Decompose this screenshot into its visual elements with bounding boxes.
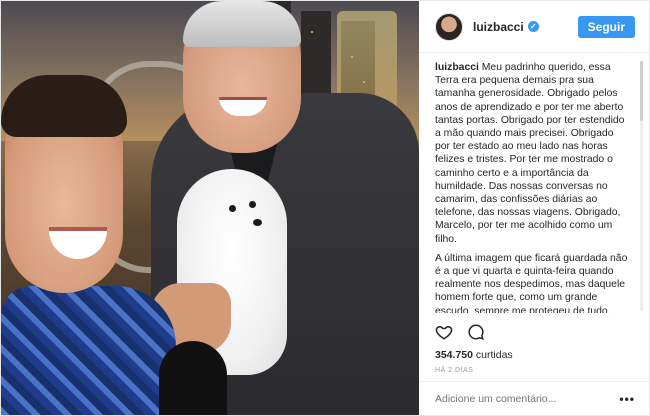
photo-light bbox=[311, 31, 313, 33]
likes-number: 354.750 bbox=[435, 349, 473, 361]
caption-text: Meu padrinho querido, essa Terra era peq… bbox=[435, 62, 625, 245]
comment-icon[interactable] bbox=[467, 323, 485, 341]
caption-paragraph: A última imagem que ficará guardada não … bbox=[435, 252, 629, 313]
post-timestamp[interactable]: HÁ 2 DIAS bbox=[435, 367, 473, 374]
caption-scrollbar[interactable] bbox=[640, 61, 643, 311]
scrollbar-thumb[interactable] bbox=[640, 61, 643, 121]
photo-young-man-hair bbox=[1, 75, 127, 137]
photo-dog-eye bbox=[229, 205, 236, 212]
likes-count[interactable]: 354.750 curtidas bbox=[435, 349, 513, 361]
follow-button[interactable]: Seguir bbox=[577, 15, 635, 38]
post-sidebar: luizbacci ✓ Seguir luizbacci Meu padrinh… bbox=[419, 1, 649, 415]
photo-dog-nose bbox=[253, 219, 262, 226]
photo-man-hair bbox=[183, 1, 301, 47]
photo-young-man-shirt bbox=[1, 286, 176, 415]
caption-text: A última imagem que ficará guardada não … bbox=[435, 252, 628, 313]
photo-dog-eye bbox=[249, 201, 256, 208]
likes-label: curtidas bbox=[475, 349, 513, 361]
caption-username[interactable]: luizbacci bbox=[435, 62, 479, 73]
more-options-icon[interactable]: ••• bbox=[619, 392, 635, 406]
caption-paragraph: luizbacci Meu padrinho querido, essa Ter… bbox=[435, 61, 629, 246]
comment-bar: ••• bbox=[419, 381, 649, 415]
photo-microphone bbox=[159, 341, 227, 415]
verified-badge-icon: ✓ bbox=[527, 21, 539, 32]
post-actions bbox=[435, 323, 485, 341]
post-photo[interactable] bbox=[1, 1, 419, 415]
comment-input[interactable] bbox=[435, 392, 620, 405]
heart-icon[interactable] bbox=[435, 323, 453, 341]
instagram-post: luizbacci ✓ Seguir luizbacci Meu padrinh… bbox=[0, 0, 650, 416]
header-username[interactable]: luizbacci bbox=[473, 20, 524, 34]
post-header: luizbacci ✓ Seguir bbox=[419, 1, 649, 53]
avatar[interactable] bbox=[435, 12, 463, 41]
post-caption: luizbacci Meu padrinho querido, essa Ter… bbox=[435, 61, 629, 313]
